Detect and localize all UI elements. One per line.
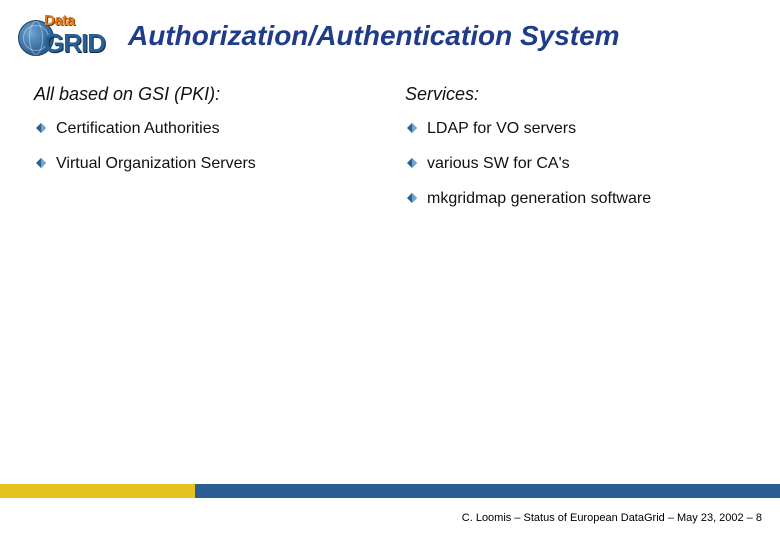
diamond-bullet-icon [407,158,417,168]
logo-bottom-text: GRID [44,28,105,59]
right-column: Services: LDAP for VO servers various SW… [405,84,746,223]
footer-text: C. Loomis – Status of European DataGrid … [462,512,762,524]
datagrid-logo: Data GRID [20,14,116,58]
right-heading: Services: [405,84,746,105]
list-item: mkgridmap generation software [427,189,746,210]
slide-body: All based on GSI (PKI): Certification Au… [0,66,780,223]
bullet-text: Virtual Organization Servers [56,155,256,172]
list-item: Certification Authorities [56,119,375,140]
diamond-bullet-icon [36,158,46,168]
list-item: LDAP for VO servers [427,119,746,140]
bullet-text: various SW for CA's [427,155,570,172]
bullet-text: Certification Authorities [56,120,220,137]
diamond-bullet-icon [36,123,46,133]
diamond-bullet-icon [407,193,417,203]
bullet-text: mkgridmap generation software [427,190,651,207]
list-item: Virtual Organization Servers [56,154,375,175]
left-column: All based on GSI (PKI): Certification Au… [34,84,375,223]
header: Data GRID Authorization/Authentication S… [0,0,780,66]
bullet-text: LDAP for VO servers [427,120,576,137]
logo-top-text: Data [44,12,75,29]
footer-stripe [0,484,780,498]
left-bullets: Certification Authorities Virtual Organi… [34,119,375,175]
diamond-bullet-icon [407,123,417,133]
list-item: various SW for CA's [427,154,746,175]
right-bullets: LDAP for VO servers various SW for CA's … [405,119,746,209]
slide-title: Authorization/Authentication System [128,20,760,52]
left-heading: All based on GSI (PKI): [34,84,375,105]
